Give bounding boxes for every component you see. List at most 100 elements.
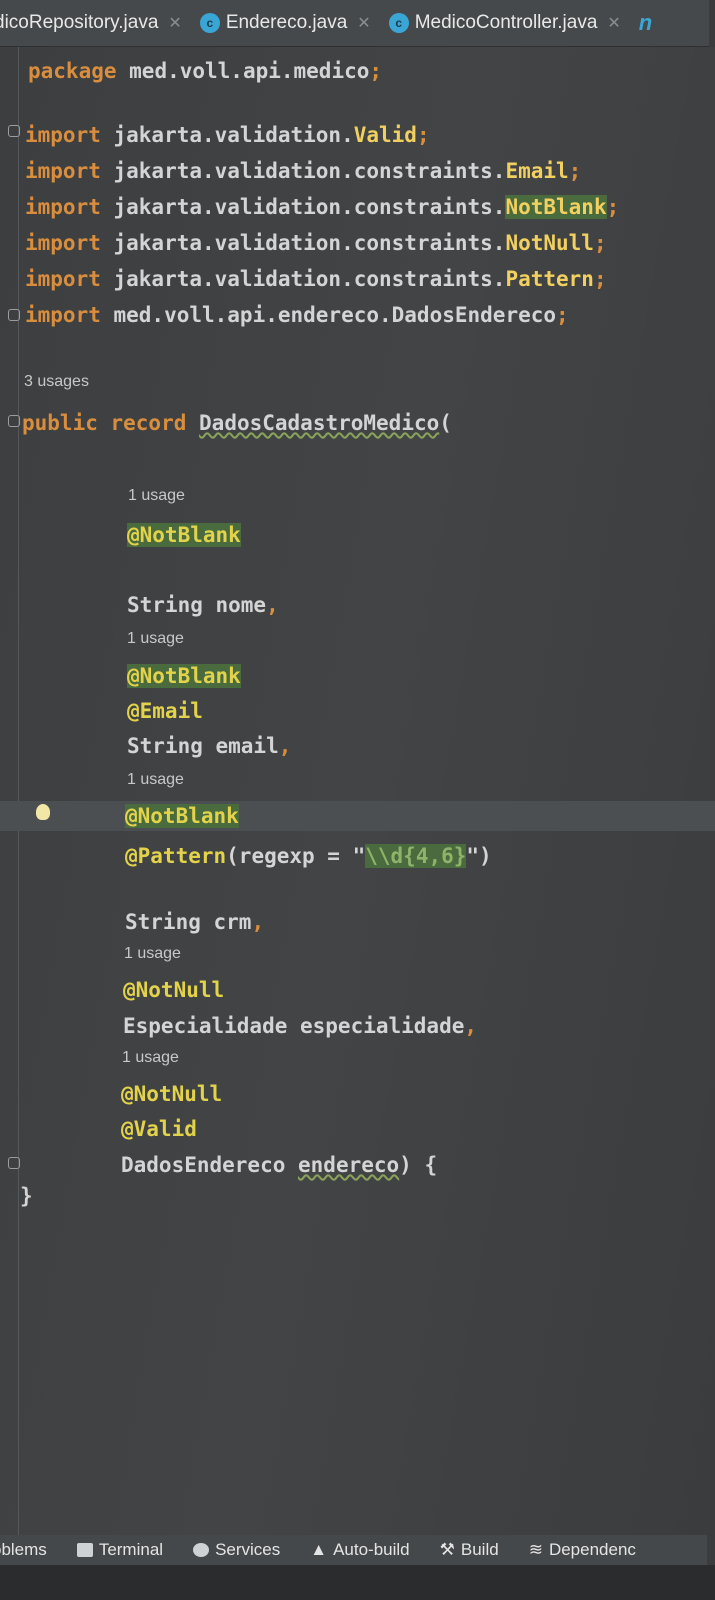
fold-icon[interactable]: [8, 1157, 20, 1169]
services-button[interactable]: Services: [193, 1540, 280, 1560]
code-line[interactable]: @NotBlank: [127, 523, 241, 547]
code-token: (regexp =: [226, 844, 353, 868]
tool-window-bar: oblems Terminal Services ▲ Auto-build ⚒ Bu…: [0, 1535, 707, 1565]
tab-label: MedicoController.java: [414, 12, 598, 33]
lightbulb-icon[interactable]: [36, 804, 50, 820]
code-token: ;: [369, 59, 383, 83]
code-token: @Pattern: [125, 844, 227, 868]
terminal-button[interactable]: Terminal: [76, 1540, 164, 1560]
code-line[interactable]: package med.voll.api.medico;: [28, 59, 382, 83]
code-line[interactable]: public record DadosCadastroMedico(: [22, 411, 452, 435]
code-line[interactable]: import jakarta.validation.constraints.Em…: [25, 159, 581, 183]
code-token: ,: [278, 734, 292, 758]
code-token: jakarta.validation.constraints.: [100, 159, 506, 183]
usages-hint[interactable]: 1 usage: [127, 771, 184, 789]
dependencies-button[interactable]: ≋ Dependenc: [529, 1540, 636, 1560]
code-line[interactable]: Especialidade especialidade,: [123, 1014, 477, 1038]
code-token: jakarta.validation.constraints.: [100, 267, 506, 291]
code-token: @NotNull: [123, 978, 225, 1002]
code-token: Especialidade especialidade: [123, 1014, 465, 1038]
tab-label: Endereco.java: [225, 12, 348, 33]
tab-endereco[interactable]: c Endereco.java ✕: [199, 12, 371, 34]
code-token: ,: [251, 910, 265, 934]
code-token: \\d{4,6}: [365, 844, 467, 868]
code-token: import: [25, 303, 101, 327]
tab-medico-controller[interactable]: c MedicoController.java ✕: [388, 12, 621, 34]
label: Services: [215, 1540, 281, 1559]
close-icon[interactable]: ✕: [357, 13, 370, 33]
problems-button[interactable]: oblems: [0, 1540, 47, 1560]
tab-medico-repository[interactable]: dicoRepository.java ✕: [0, 12, 182, 34]
code-line[interactable]: @NotBlank: [125, 804, 239, 828]
close-icon[interactable]: ✕: [607, 13, 620, 33]
code-token: ": [352, 844, 366, 868]
code-line[interactable]: @NotNull: [121, 1082, 222, 1106]
code-token: Valid: [353, 123, 417, 147]
tab-overflow[interactable]: n: [639, 10, 652, 36]
code-line[interactable]: String crm,: [125, 910, 264, 934]
code-token: ;: [556, 303, 569, 327]
code-token: @NotNull: [121, 1082, 223, 1106]
gutter-divider: [18, 47, 19, 1535]
label: Terminal: [98, 1540, 164, 1559]
hammer-icon: ⚒: [439, 1540, 455, 1559]
code-token: "): [466, 844, 492, 868]
code-token: ) {: [399, 1153, 438, 1177]
code-line[interactable]: import jakarta.validation.Valid;: [25, 123, 430, 147]
warning-icon: ▲: [310, 1540, 328, 1559]
label: Build: [460, 1540, 499, 1559]
code-token: @Valid: [121, 1117, 197, 1141]
usages-hint[interactable]: 1 usage: [124, 945, 181, 963]
code-token: ;: [568, 159, 582, 183]
usages-hint[interactable]: 1 usage: [128, 487, 185, 505]
fold-icon[interactable]: [8, 415, 20, 427]
label: Dependenc: [548, 1540, 636, 1559]
code-token: import: [25, 159, 101, 183]
class-icon: c: [199, 13, 220, 33]
close-icon[interactable]: ✕: [168, 13, 181, 33]
layers-icon: ≋: [528, 1540, 543, 1559]
usages-hint[interactable]: 3 usages: [24, 373, 89, 391]
code-line[interactable]: @NotBlank: [127, 664, 241, 688]
fold-icon[interactable]: [8, 125, 20, 137]
class-icon: c: [388, 13, 409, 33]
label: oblems: [0, 1540, 47, 1559]
code-token: Pattern: [505, 267, 594, 291]
code-line[interactable]: import jakarta.validation.constraints.No…: [25, 195, 619, 219]
build-button[interactable]: ⚒ Build: [440, 1540, 499, 1560]
code-line[interactable]: String nome,: [127, 593, 279, 617]
code-line[interactable]: import jakarta.validation.constraints.No…: [25, 231, 607, 255]
code-line[interactable]: DadosEndereco endereco) {: [121, 1153, 437, 1177]
code-line[interactable]: @Pattern(regexp = "\\d{4,6}"): [125, 844, 492, 868]
services-icon: [193, 1543, 210, 1557]
code-token: String crm: [125, 910, 252, 934]
code-token: package: [28, 59, 117, 83]
auto-build-button[interactable]: ▲ Auto-build: [310, 1540, 409, 1560]
code-line[interactable]: String email,: [127, 734, 291, 758]
code-token: String email: [127, 734, 279, 758]
code-token: import: [25, 267, 101, 291]
terminal-icon: [76, 1543, 93, 1557]
code-token: String nome: [127, 593, 267, 617]
code-token: med.voll.api.medico: [116, 59, 370, 83]
code-token: @NotBlank: [127, 523, 241, 547]
code-token: (: [439, 411, 452, 435]
code-line[interactable]: @NotNull: [123, 978, 224, 1002]
fold-icon[interactable]: [8, 309, 20, 321]
code-token: ;: [606, 195, 620, 219]
code-line[interactable]: @Valid: [121, 1117, 197, 1141]
usages-hint[interactable]: 1 usage: [122, 1049, 179, 1067]
code-line[interactable]: import med.voll.api.endereco.DadosEndere…: [25, 303, 569, 327]
code-token: NotNull: [505, 231, 594, 255]
code-line[interactable]: @Email: [127, 699, 203, 723]
code-token: import: [25, 231, 101, 255]
code-line[interactable]: import jakarta.validation.constraints.Pa…: [25, 267, 607, 291]
code-token: ;: [593, 267, 607, 291]
code-editor[interactable]: package med.voll.api.medico; import jakar…: [0, 47, 715, 1535]
code-token: DadosCadastroMedico: [199, 411, 440, 435]
code-token: med.voll.api.endereco.DadosEndereco: [100, 303, 557, 327]
usages-hint[interactable]: 1 usage: [127, 630, 184, 648]
code-line[interactable]: }: [20, 1184, 33, 1208]
code-token: ,: [464, 1014, 478, 1038]
